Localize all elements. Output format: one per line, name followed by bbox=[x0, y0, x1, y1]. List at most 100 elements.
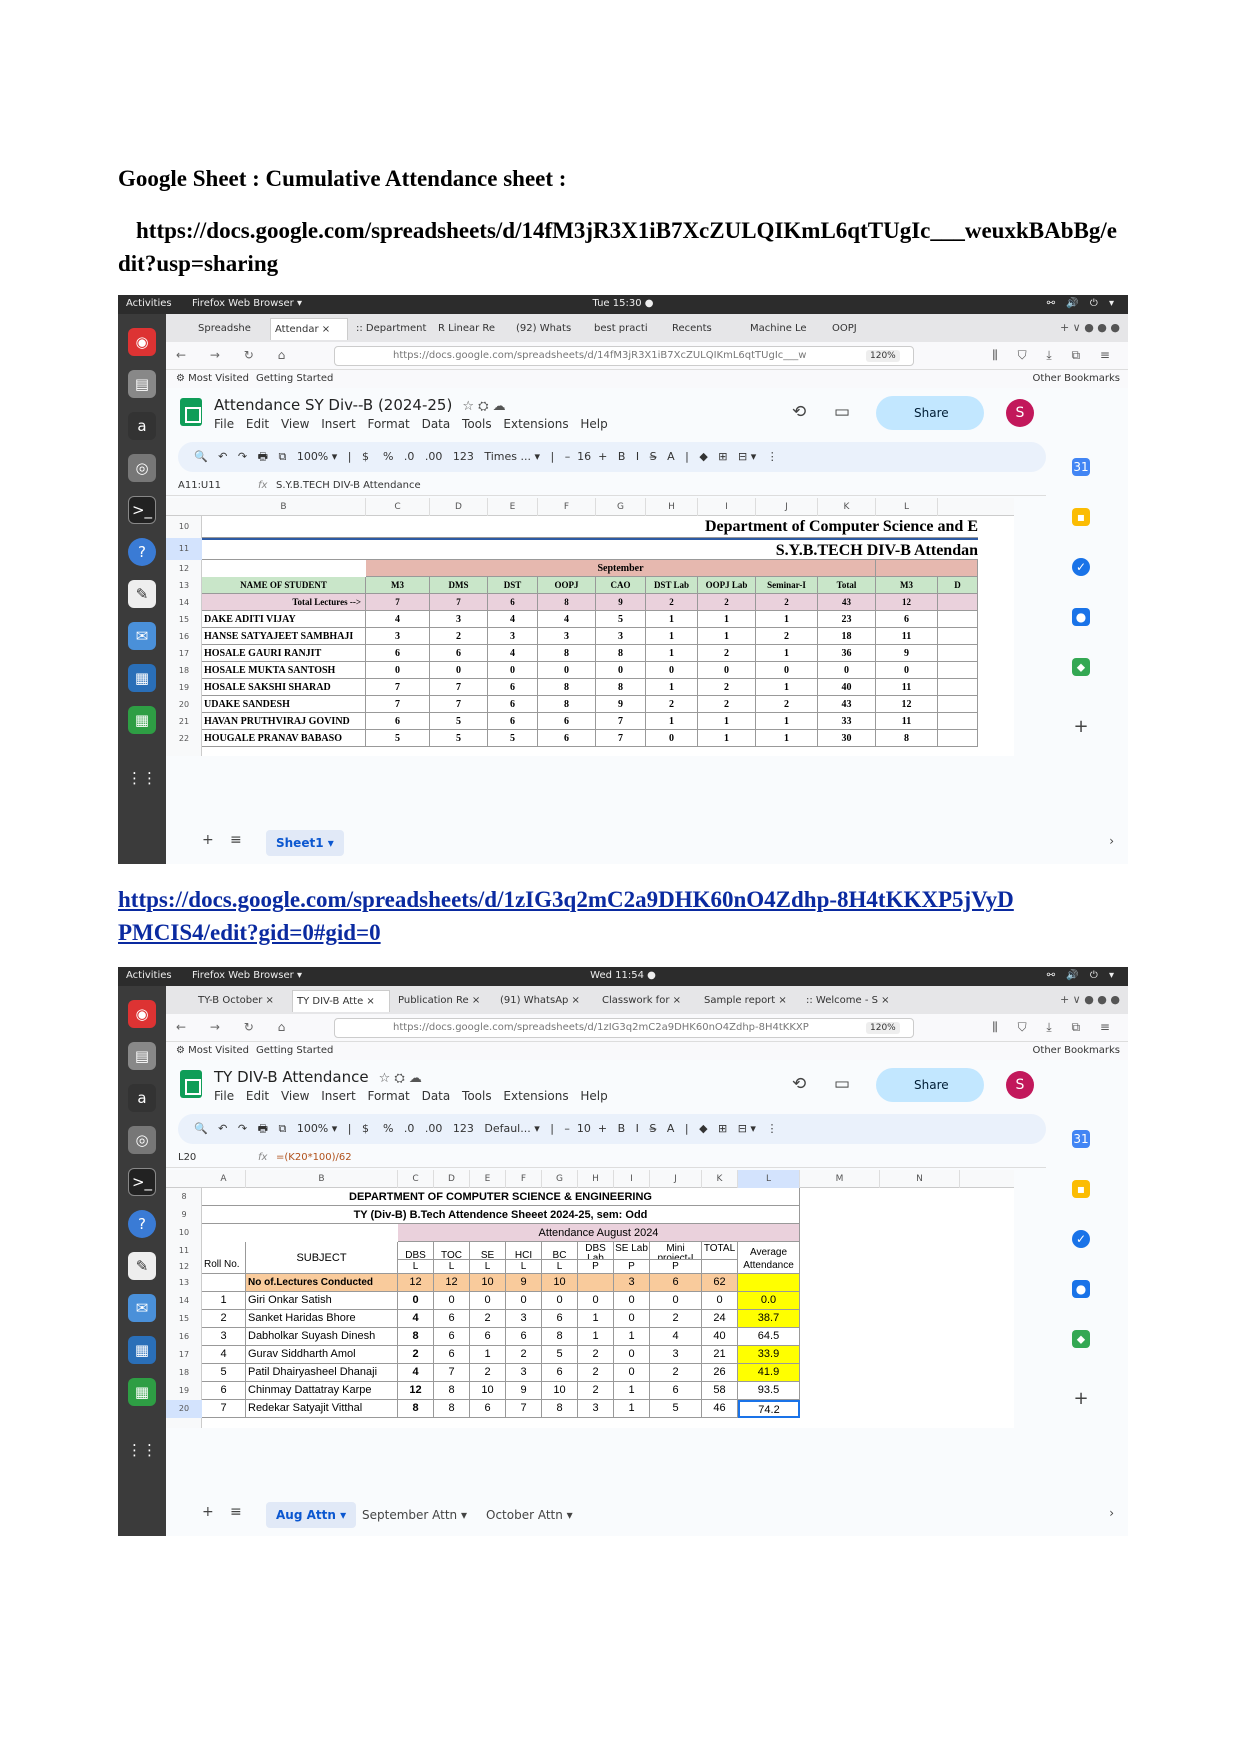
data-cell[interactable]: 11 bbox=[876, 713, 938, 730]
subject-type[interactable]: L bbox=[506, 1260, 542, 1274]
data-cell[interactable]: 2 bbox=[756, 696, 818, 713]
data-cell[interactable]: Total Lectures --> bbox=[202, 594, 366, 611]
add-addon-icon[interactable]: + bbox=[1072, 718, 1090, 736]
data-cell[interactable]: 6 bbox=[542, 1310, 578, 1328]
data-cell[interactable]: 6 bbox=[542, 1364, 578, 1382]
data-cell[interactable]: 2 bbox=[698, 696, 756, 713]
data-cell[interactable]: 0 bbox=[756, 662, 818, 679]
calc-icon[interactable]: ▦ bbox=[128, 706, 156, 734]
average-cell[interactable]: 74.2 bbox=[738, 1400, 800, 1418]
row-header[interactable]: 15 bbox=[166, 1310, 202, 1328]
row-header[interactable]: 12 bbox=[166, 560, 202, 577]
speaker-icon[interactable]: ◎ bbox=[128, 454, 156, 482]
scroll-right-icon[interactable]: › bbox=[1109, 1506, 1114, 1520]
column-header[interactable]: F bbox=[506, 1170, 542, 1188]
browser-tab[interactable]: Classwork for × bbox=[598, 990, 696, 1012]
data-cell[interactable]: 2 bbox=[698, 679, 756, 696]
title-cell[interactable]: TY (Div-B) B.Tech Attendence Sheeet 2024… bbox=[202, 1206, 800, 1224]
data-cell[interactable]: 8 bbox=[596, 679, 646, 696]
data-cell[interactable]: 7 bbox=[596, 713, 646, 730]
history-icon[interactable]: ⟲ bbox=[792, 402, 806, 422]
conducted-cell[interactable]: 10 bbox=[542, 1274, 578, 1292]
column-label-cell[interactable]: OOPJ Lab bbox=[698, 577, 756, 594]
data-cell[interactable]: 7 bbox=[596, 730, 646, 747]
app-grid-icon[interactable]: ⋮⋮ bbox=[127, 764, 157, 792]
row-header[interactable]: 16 bbox=[166, 628, 202, 645]
subject-name[interactable]: TOC bbox=[434, 1242, 470, 1260]
nav-buttons[interactable]: ← → ↻ ⌂ bbox=[176, 1020, 295, 1034]
data-cell[interactable]: 0 bbox=[506, 1292, 542, 1310]
browser-tab[interactable]: :: Department bbox=[352, 318, 430, 340]
data-cell[interactable]: 1 bbox=[578, 1310, 614, 1328]
subject-header[interactable]: SUBJECT bbox=[246, 1242, 398, 1274]
data-cell[interactable]: 2 bbox=[398, 1346, 434, 1364]
data-cell[interactable]: 0 bbox=[646, 662, 698, 679]
data-cell[interactable]: 6 bbox=[470, 1328, 506, 1346]
data-cell[interactable]: HOSALE MUKTA SANTOSH bbox=[202, 662, 366, 679]
data-cell[interactable]: 7 bbox=[506, 1400, 542, 1418]
help-icon[interactable]: ? bbox=[128, 538, 156, 566]
data-cell[interactable]: 18 bbox=[818, 628, 876, 645]
clock[interactable]: Tue 15:30 ● bbox=[593, 298, 654, 309]
average-header[interactable]: Average Attendance bbox=[738, 1242, 800, 1274]
data-cell[interactable]: 1 bbox=[756, 645, 818, 662]
data-cell[interactable]: 5 bbox=[430, 713, 488, 730]
column-header[interactable]: B bbox=[246, 1170, 398, 1188]
other-bookmarks[interactable]: Other Bookmarks bbox=[1033, 373, 1120, 384]
data-cell[interactable]: 7 bbox=[366, 679, 430, 696]
column-label-cell[interactable]: DST bbox=[488, 577, 538, 594]
data-cell[interactable]: 0 bbox=[876, 662, 938, 679]
firefox-icon[interactable]: ◉ bbox=[128, 1000, 156, 1028]
row-header[interactable]: 17 bbox=[166, 645, 202, 662]
maps-icon[interactable]: ⬥ bbox=[1072, 658, 1090, 676]
column-header[interactable]: K bbox=[702, 1170, 738, 1188]
system-tray-icons[interactable]: ⚯ 🔊 ⏻ ▾ bbox=[1047, 970, 1118, 981]
data-cell[interactable] bbox=[938, 645, 978, 662]
address-field[interactable]: https://docs.google.com/spreadsheets/d/1… bbox=[334, 1018, 914, 1038]
files-icon[interactable]: ▤ bbox=[128, 1042, 156, 1070]
row-header[interactable]: 16 bbox=[166, 1328, 202, 1346]
data-cell[interactable]: 7 bbox=[366, 696, 430, 713]
subject-name[interactable]: SE bbox=[470, 1242, 506, 1260]
browser-tab[interactable]: :: Welcome - S × bbox=[802, 990, 900, 1012]
subject-name[interactable]: TOTAL bbox=[702, 1242, 738, 1260]
conducted-cell[interactable]: 62 bbox=[702, 1274, 738, 1292]
other-bookmarks[interactable]: Other Bookmarks bbox=[1033, 1045, 1120, 1056]
sheets-logo-icon[interactable] bbox=[180, 1070, 202, 1098]
column-header[interactable]: B bbox=[202, 498, 366, 516]
data-cell[interactable]: 1 bbox=[646, 611, 698, 628]
data-cell[interactable]: 1 bbox=[470, 1346, 506, 1364]
sheet-tab-active[interactable]: Sheet1 ▾ bbox=[266, 830, 344, 856]
data-cell[interactable]: 7 bbox=[430, 696, 488, 713]
subject-type[interactable]: P bbox=[650, 1260, 702, 1274]
data-cell[interactable]: 3 bbox=[488, 628, 538, 645]
column-header[interactable]: H bbox=[578, 1170, 614, 1188]
data-cell[interactable]: 5 bbox=[366, 730, 430, 747]
data-cell[interactable]: 1 bbox=[698, 611, 756, 628]
data-cell[interactable]: 7 bbox=[366, 594, 430, 611]
data-cell[interactable]: 6 bbox=[876, 611, 938, 628]
data-cell[interactable]: 8 bbox=[434, 1382, 470, 1400]
window-controls[interactable]: + ∨ ● ● ● bbox=[1060, 993, 1120, 1006]
writer-icon[interactable]: ▦ bbox=[128, 664, 156, 692]
browser-tab[interactable]: Publication Re × bbox=[394, 990, 492, 1012]
name-box[interactable]: A11:U11 bbox=[178, 476, 221, 496]
toolbar-right-icons[interactable]: ⫼ ⛉ ⤓ ⧉ ≡ bbox=[992, 348, 1118, 363]
sheet-tab-october[interactable]: October Attn ▾ bbox=[476, 1502, 583, 1528]
column-label-cell[interactable]: M3 bbox=[876, 577, 938, 594]
row-header[interactable]: 14 bbox=[166, 1292, 202, 1310]
data-cell[interactable]: 2 bbox=[578, 1364, 614, 1382]
data-cell[interactable]: 12 bbox=[876, 594, 938, 611]
name-box[interactable]: L20 bbox=[178, 1148, 196, 1168]
browser-tab[interactable]: Sample report × bbox=[700, 990, 798, 1012]
average-cell[interactable]: 93.5 bbox=[738, 1382, 800, 1400]
data-cell[interactable]: 7 bbox=[430, 679, 488, 696]
doc-title[interactable]: Attendance SY Div--B (2024-25) ☆ ⛭ ☁ bbox=[214, 396, 506, 414]
data-cell[interactable]: 1 bbox=[578, 1328, 614, 1346]
menu-bar[interactable]: File Edit View Insert Format Data Tools … bbox=[214, 1089, 608, 1103]
month-cell[interactable] bbox=[876, 560, 978, 577]
menu-bar[interactable]: File Edit View Insert Format Data Tools … bbox=[214, 417, 608, 431]
row-header[interactable]: 18 bbox=[166, 1364, 202, 1382]
share-button[interactable]: Share bbox=[876, 396, 984, 430]
data-cell[interactable]: 8 bbox=[538, 679, 596, 696]
